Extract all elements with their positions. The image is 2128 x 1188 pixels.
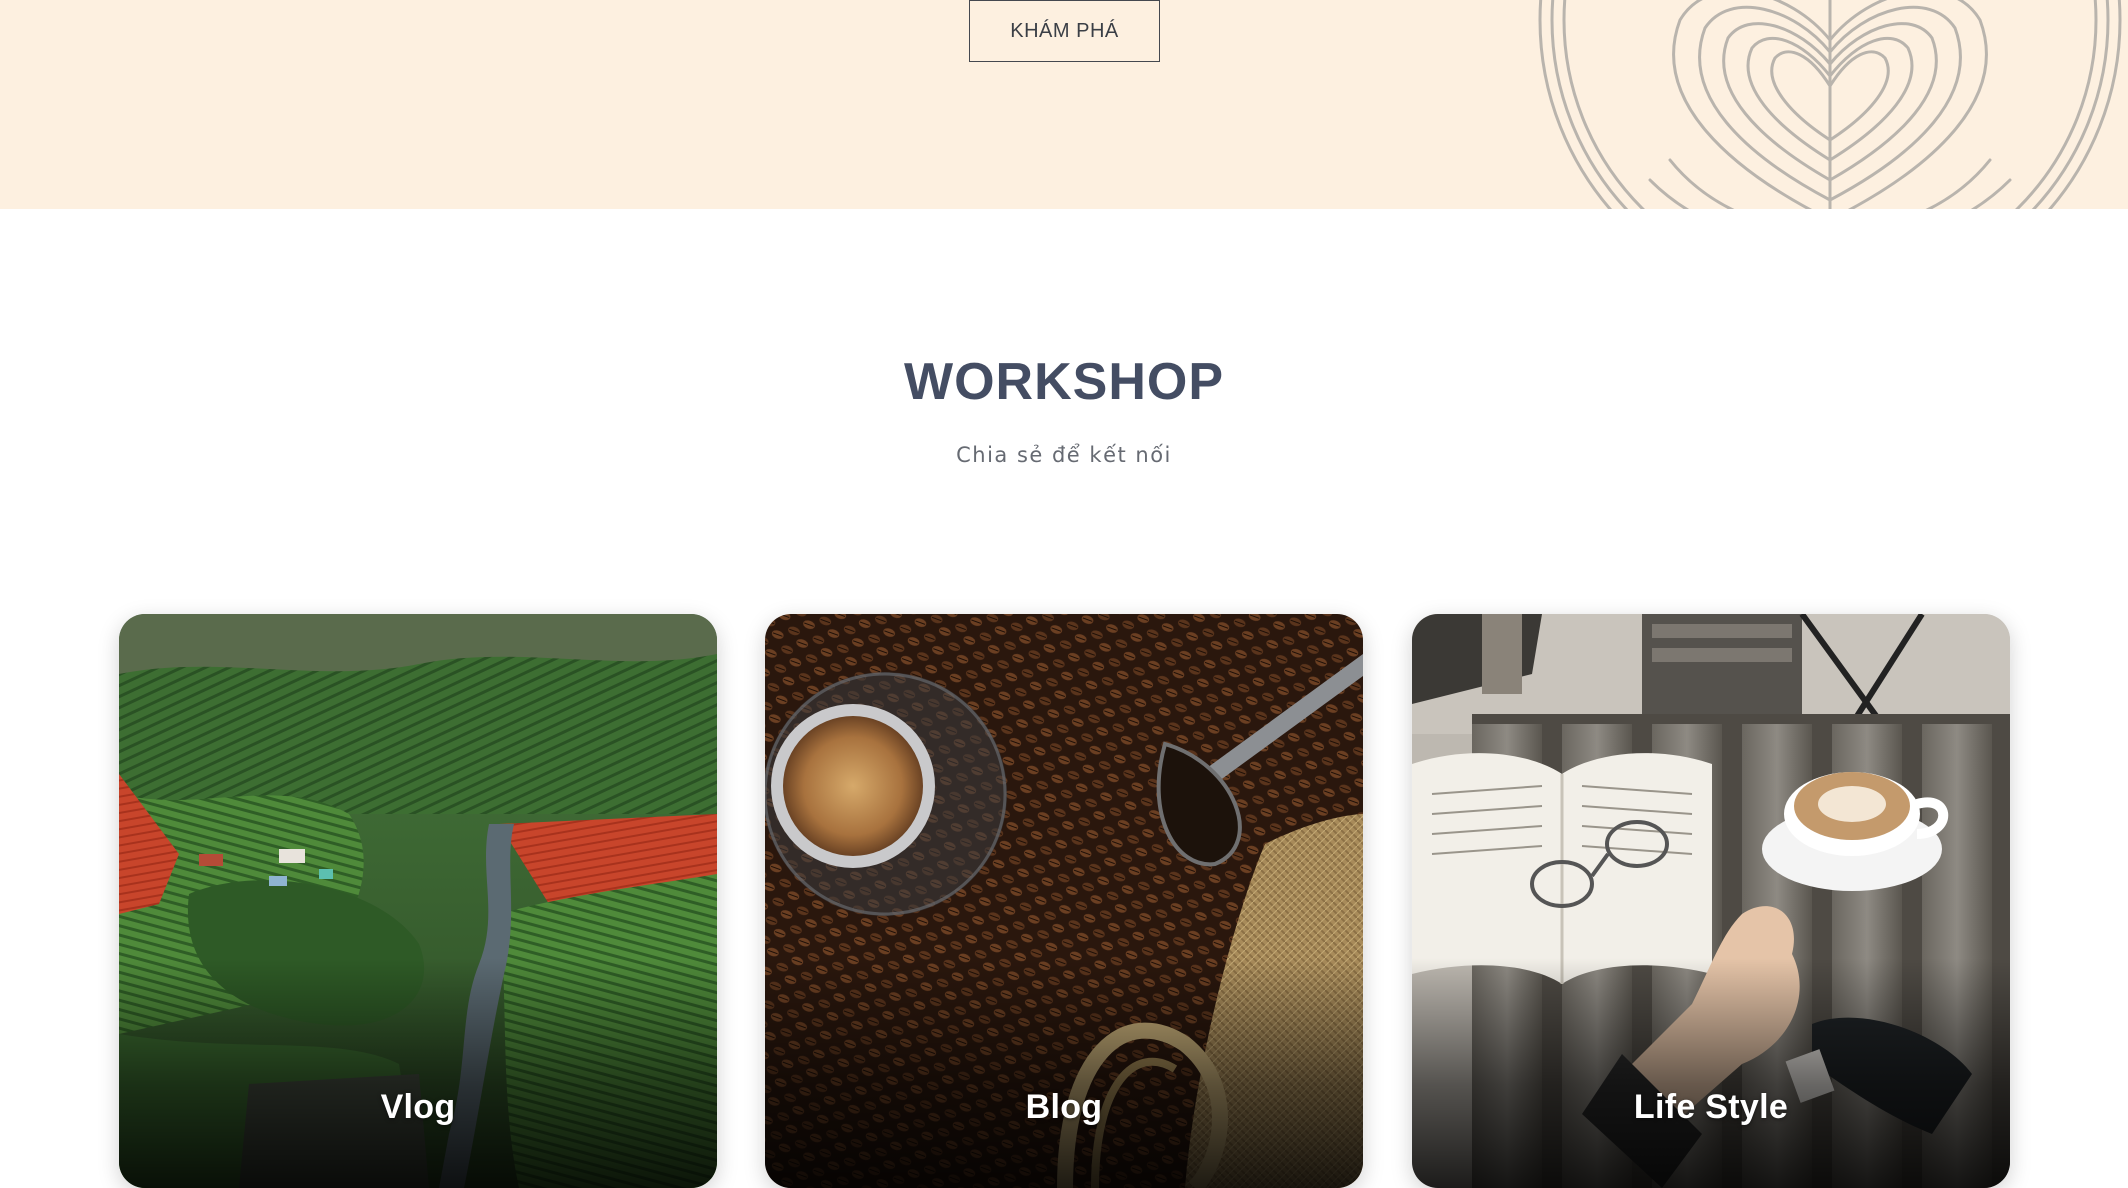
card-vlog[interactable]: Vlog [119, 614, 717, 1188]
card-life-style-label: Life Style [1633, 1088, 1789, 1126]
section-subtitle: Chia sẻ để kết nối [956, 443, 1172, 467]
card-shade [1412, 958, 2010, 1188]
card-shade [765, 958, 1363, 1188]
page: KHÁM PHÁ WORKSHOP Chia sẻ để kết nối Vlo… [0, 0, 2128, 1188]
section-title: WORKSHOP [904, 353, 1224, 411]
card-blog[interactable]: Blog [765, 614, 1363, 1188]
explore-button[interactable]: KHÁM PHÁ [969, 0, 1160, 62]
latte-art-icon [1538, 0, 2122, 209]
card-shade [119, 958, 717, 1188]
card-vlog-label: Vlog [380, 1088, 456, 1126]
card-blog-label: Blog [1025, 1088, 1103, 1126]
hero-banner: KHÁM PHÁ [0, 0, 2128, 209]
card-life-style[interactable]: Life Style [1412, 614, 2010, 1188]
